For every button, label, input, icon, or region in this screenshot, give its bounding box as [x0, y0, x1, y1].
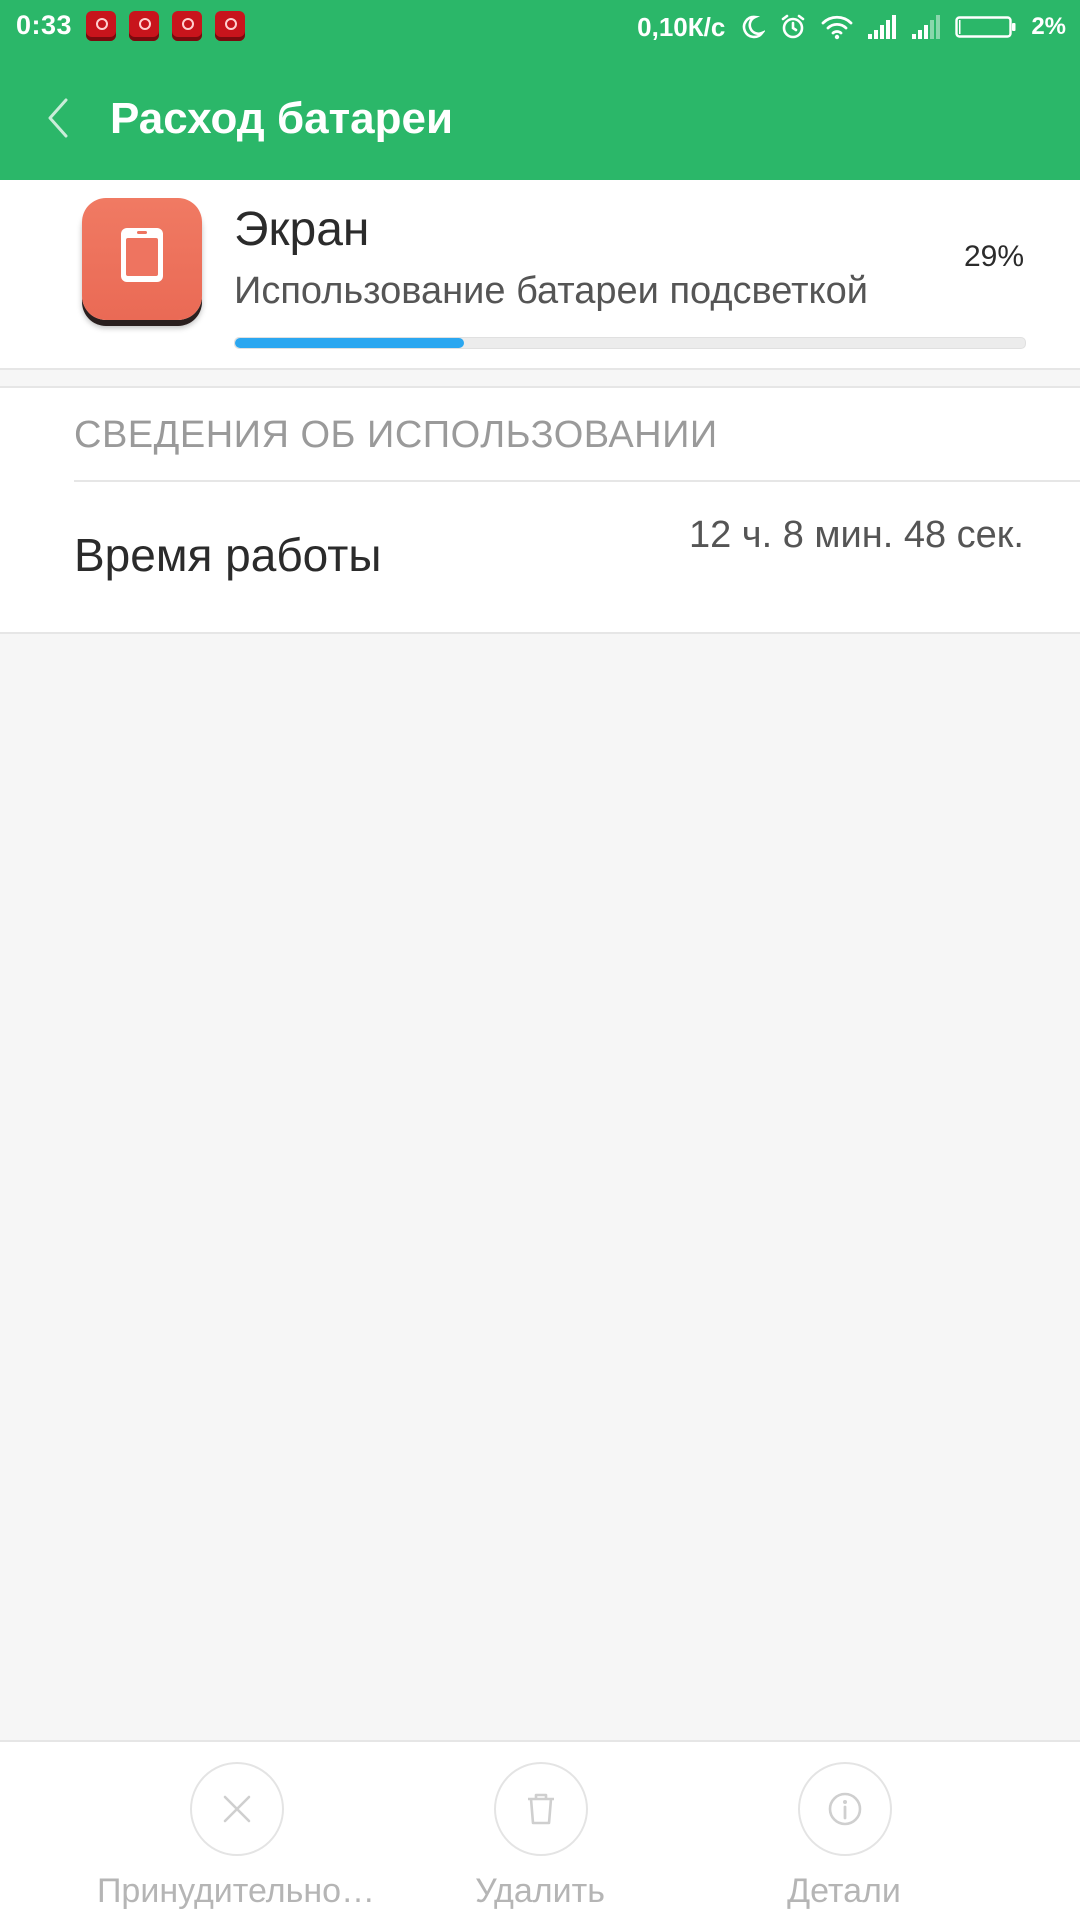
- app-notification-icon: [86, 11, 116, 41]
- section-divider: [74, 480, 1080, 482]
- screen-icon: [82, 198, 202, 320]
- details-button[interactable]: Детали: [664, 1762, 1024, 1922]
- app-notification-icon: [129, 11, 159, 41]
- moon-icon: [739, 14, 766, 40]
- uptime-value: 12 ч. 8 мин. 48 сек.: [688, 514, 1024, 556]
- back-button[interactable]: [38, 94, 78, 142]
- page-title: Расход батареи: [110, 94, 454, 143]
- app-name: Экран: [234, 203, 370, 256]
- usage-progress-bar: [234, 337, 1026, 349]
- status-bar: 0:33 0,10К/с 2%: [0, 0, 1080, 56]
- status-time: 0:33: [16, 10, 73, 40]
- signal-icon: [867, 14, 897, 40]
- network-speed: 0,10К/с: [637, 11, 726, 42]
- app-bar: Расход батареи: [0, 56, 1080, 180]
- usage-details-section: СВЕДЕНИЯ ОБ ИСПОЛЬЗОВАНИИ Время работы 1…: [0, 386, 1080, 634]
- battery-icon: [955, 14, 1017, 40]
- battery-percent: 2%: [1031, 13, 1066, 40]
- trash-icon: [528, 1793, 554, 1825]
- app-notification-icon: [215, 11, 245, 41]
- details-label: Детали: [787, 1872, 901, 1910]
- notification-icons: [86, 11, 245, 41]
- wifi-icon: [821, 14, 853, 40]
- force-stop-circle: [190, 1762, 284, 1856]
- usage-percent: 29%: [963, 240, 1024, 273]
- delete-circle: [494, 1762, 588, 1856]
- alarm-icon: [779, 13, 807, 41]
- details-circle: [798, 1762, 892, 1856]
- uptime-label: Время работы: [74, 529, 382, 581]
- section-title: СВЕДЕНИЯ ОБ ИСПОЛЬЗОВАНИИ: [74, 414, 718, 456]
- usage-progress-fill: [235, 338, 465, 348]
- bottom-action-bar: Принудительно… Удалить Детали: [0, 1740, 1080, 1922]
- app-notification-icon: [172, 11, 202, 41]
- chevron-left-icon: [48, 98, 68, 138]
- signal-icon: [911, 14, 941, 40]
- app-description: Использование батареи подсветкой: [234, 270, 868, 312]
- close-icon: [223, 1795, 251, 1823]
- screen-glyph: [121, 228, 163, 282]
- status-right-group: 0,10К/с 2%: [637, 10, 1066, 44]
- app-usage-header: Экран Использование батареи подсветкой 2…: [0, 180, 1080, 370]
- info-icon: [828, 1792, 862, 1826]
